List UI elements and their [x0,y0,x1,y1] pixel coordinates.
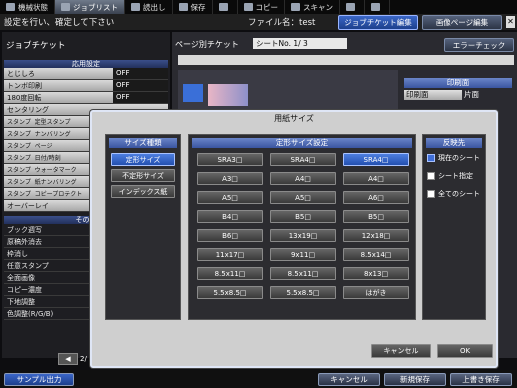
paper-size-button[interactable]: A4□ [343,172,409,185]
save-new-button[interactable]: 新規保存 [384,373,446,386]
paper-size-button[interactable]: B6□ [197,229,263,242]
tab-save[interactable]: 保存 [173,0,213,14]
page-indicator: 2/ [80,355,87,363]
list-icon [61,3,70,11]
folder-icon [131,3,140,11]
page-ticket-label: ページ別チケット [175,40,239,49]
horizontal-scrollbar[interactable] [178,55,514,65]
globe-icon [218,3,228,11]
paper-size-button[interactable]: 12x18□ [343,229,409,242]
paper-size-button[interactable]: A6□ [343,191,409,204]
section-header-advanced: 応用設定 [4,60,168,68]
tab-job-list[interactable]: ジョブリスト [55,0,125,14]
paper-size-dialog: 用紙サイズ サイズ種類 定形サイズ 不定形サイズ インデックス紙 定形サイズ設定… [90,110,498,368]
sheet-number-select[interactable]: シートNo. 1/ 3 [253,38,347,49]
paper-size-button[interactable]: はがき [343,286,409,299]
paper-size-button[interactable]: 8x13□ [343,267,409,280]
paper-size-button[interactable]: A5□ [197,191,263,204]
tab-globe[interactable] [213,0,238,14]
cancel-button[interactable]: キャンセル [318,373,380,386]
paper-size-button[interactable]: A5□ [270,191,336,204]
dialog-cancel-button[interactable]: キャンセル [371,344,431,358]
print-side-value: 片面 [464,90,479,99]
dialog-title: 用紙サイズ [274,114,314,123]
apply-current-sheet[interactable]: 現在のシート [427,153,480,163]
edit-ticket-button[interactable]: ジョブチケット編集 [338,15,418,30]
job-ticket-title: ジョブチケット [6,41,66,51]
apply-specified-sheet[interactable]: シート指定 [427,171,473,181]
paper-size-button[interactable]: 9x11□ [270,248,336,261]
paper-size-button[interactable]: 8.5x11□ [270,267,336,280]
network-icon [346,3,355,11]
apply-to-pane: 反映先 現在のシート シート指定 全てのシート [422,134,486,320]
paper-size-button[interactable]: 5.5x8.5□ [270,286,336,299]
sample-output-button[interactable]: サンプル出力 [4,373,74,386]
fixed-size-pane: 定形サイズ設定 SRA3□ SRA4□ SRA4□ A3□ A4□ A4□ A5□ A5□ A6… [188,134,416,320]
tab-load[interactable]: 読出し [125,0,173,14]
tab-scan[interactable]: スキャン [285,0,340,14]
apply-all-sheets[interactable]: 全てのシート [427,189,480,199]
paper-size-button[interactable]: B5□ [343,210,409,223]
top-menu-bar: 機械状態 ジョブリスト 読出し 保存 コピー スキャン [0,0,517,14]
paper-size-button[interactable]: SRA4□ [343,153,409,166]
size-type-header: サイズ種類 [109,138,177,148]
type-index-button[interactable]: インデックス紙 [111,185,175,198]
paper-size-button[interactable]: A3□ [197,172,263,185]
scan-icon [291,3,300,11]
tab-settings[interactable] [365,0,390,14]
copy-icon [243,3,253,11]
paper-size-button[interactable]: B4□ [197,210,263,223]
apply-to-header: 反映先 [426,138,482,148]
tab-copy[interactable]: コピー [238,0,285,14]
edit-page-button[interactable]: 画像ページ編集 [422,15,502,30]
error-check-button[interactable]: エラーチェック [444,38,514,52]
settings-icon [371,3,380,11]
paper-size-button[interactable]: B5□ [270,210,336,223]
print-side-label[interactable]: 印刷面 [404,90,462,100]
list-item[interactable]: とじしろ OFF [4,68,168,80]
overwrite-save-button[interactable]: 上書き保存 [450,373,512,386]
paper-size-button[interactable]: 5.5x8.5□ [197,286,263,299]
size-type-pane: サイズ種類 定形サイズ 不定形サイズ インデックス紙 [105,134,181,320]
page-thumbnail[interactable] [208,84,248,106]
paper-size-button[interactable]: 8.5x11□ [197,267,263,280]
prev-page-button[interactable]: ◀ [58,353,78,365]
type-fixed-button[interactable]: 定形サイズ [111,153,175,166]
monitor-icon [6,3,15,11]
close-icon[interactable]: ✕ [506,16,515,28]
type-custom-button[interactable]: 不定形サイズ [111,169,175,182]
paper-size-button[interactable]: 13x19□ [270,229,336,242]
paper-size-button[interactable]: 11x17□ [197,248,263,261]
checkbox-icon [427,154,435,162]
tab-machine-status[interactable]: 機械状態 [0,0,55,14]
checkbox-icon [427,172,435,180]
paper-size-button[interactable]: A4□ [270,172,336,185]
page-thumbnail[interactable] [183,84,203,102]
file-name: ファイル名：test [248,18,316,28]
status-message: 設定を行い、確定して下さい [4,18,115,28]
list-item[interactable]: 180度回転 OFF [4,92,168,104]
tab-network[interactable] [340,0,365,14]
checkbox-icon [427,190,435,198]
paper-size-button[interactable]: 8.5x14□ [343,248,409,261]
paper-size-button[interactable]: SRA4□ [270,153,336,166]
print-side-header: 印刷面 [404,78,512,88]
paper-size-button[interactable]: SRA3□ [197,153,263,166]
list-item[interactable]: トンボ印刷 OFF [4,80,168,92]
fixed-size-header: 定形サイズ設定 [192,138,412,148]
dialog-ok-button[interactable]: OK [437,344,493,358]
save-icon [178,3,188,11]
